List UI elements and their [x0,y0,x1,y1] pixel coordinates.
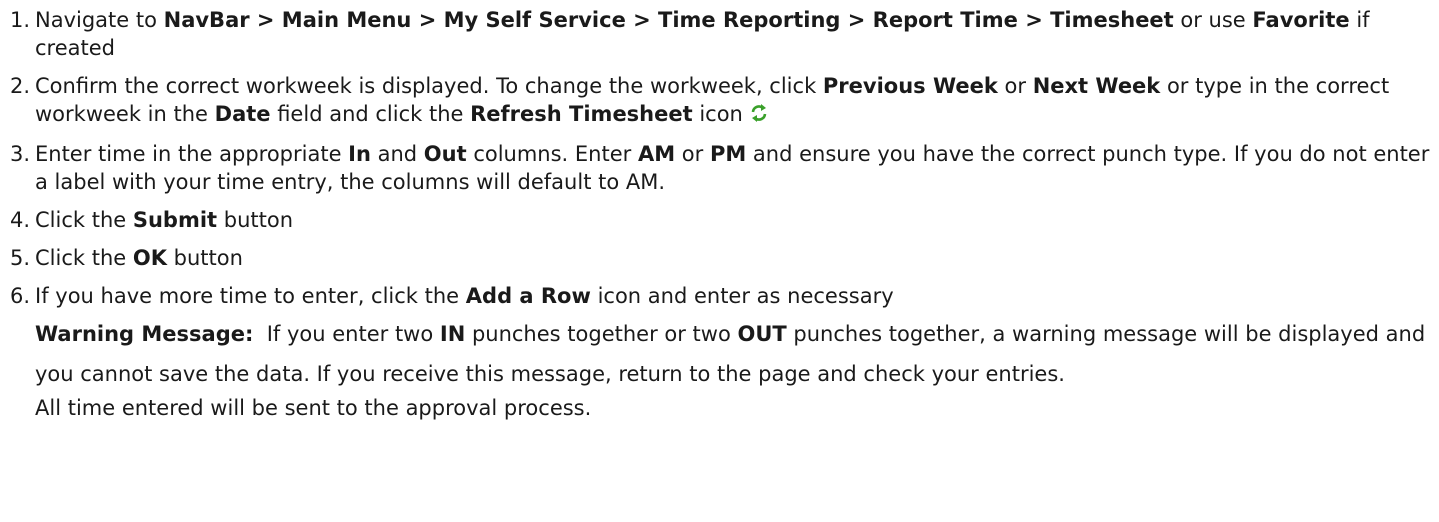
step-text: If you have more time to enter, click th… [35,284,466,308]
step-text: button [217,208,294,232]
favorite-term: Favorite [1252,8,1350,32]
instructions-document: 1. Navigate to NavBar > Main Menu > My S… [0,0,1439,420]
step-text: field and click the [270,102,471,126]
am-term: AM [637,142,676,166]
step-text: Click the [35,246,133,270]
step-text: icon and enter as necessary [590,284,894,308]
step-text: Enter time in the appropriate [35,142,349,166]
out-term: Out [423,142,467,166]
warning-label: Warning Message: [35,322,254,346]
step-text: icon [692,102,743,126]
warning-note: Warning Message: If you enter two IN pun… [0,314,1439,394]
nav-path: NavBar > Main Menu > My Self Service > T… [163,8,1174,32]
out-punch-term: OUT [737,322,787,346]
step-text: Click the [35,208,133,232]
refresh-timesheet-term: Refresh Timesheet [470,102,693,126]
step-5: 5. Click the OK button [0,244,1439,272]
step-number: 6. [10,284,31,308]
approval-note: All time entered will be sent to the app… [35,396,592,420]
step-number: 4. [10,208,31,232]
ok-term: OK [132,246,167,270]
warning-text: punches together or two [465,322,738,346]
step-text: or use [1173,8,1253,32]
step-number: 1. [10,8,31,32]
step-text: or [997,74,1033,98]
step-6: 6. If you have more time to enter, click… [0,282,1439,310]
step-2: 2. Confirm the correct workweek is displ… [0,72,1439,130]
add-a-row-term: Add a Row [465,284,591,308]
step-text: Confirm the correct workweek is displaye… [35,74,823,98]
step-number: 3. [10,142,31,166]
step-text: Navigate to [35,8,164,32]
next-week-term: Next Week [1032,74,1161,98]
step-text: or [675,142,710,166]
step-number: 5. [10,246,31,270]
in-term: In [348,142,371,166]
step-text: and [370,142,424,166]
date-term: Date [214,102,271,126]
step-text: button [166,246,243,270]
in-punch-term: IN [439,322,466,346]
submit-term: Submit [132,208,218,232]
step-4: 4. Click the Submit button [0,206,1439,234]
step-number: 2. [10,74,31,98]
warning-text: If you enter two [253,322,440,346]
steps-list: 1. Navigate to NavBar > Main Menu > My S… [0,0,1439,308]
previous-week-term: Previous Week [822,74,998,98]
refresh-icon [749,102,769,130]
step-3: 3. Enter time in the appropriate In and … [0,140,1439,196]
step-1: 1. Navigate to NavBar > Main Menu > My S… [0,6,1439,62]
pm-term: PM [709,142,747,166]
step-text: columns. Enter [466,142,638,166]
